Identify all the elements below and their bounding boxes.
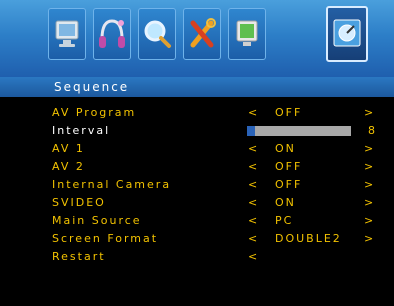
row-label: AV Program xyxy=(52,106,137,119)
menu-row-interval[interactable]: Interval 8 xyxy=(0,124,394,140)
menu-tab-source[interactable] xyxy=(326,6,368,62)
row-label: Screen Format xyxy=(52,232,159,245)
row-value: OFF xyxy=(275,160,303,173)
menu-tab-search[interactable] xyxy=(138,8,176,60)
row-value: PC xyxy=(275,214,294,227)
menu-row-internal-camera[interactable]: Internal Camera < OFF > xyxy=(0,178,394,194)
row-value: OFF xyxy=(275,106,303,119)
right-arrow[interactable]: > xyxy=(364,178,375,191)
row-label: Interval xyxy=(52,124,111,137)
row-label: SVIDEO xyxy=(52,196,106,209)
left-arrow[interactable]: < xyxy=(248,232,259,245)
menu-row-svideo[interactable]: SVIDEO < ON > xyxy=(0,196,394,212)
row-value: ON xyxy=(275,196,296,209)
menu-row-av-program[interactable]: AV Program < OFF > xyxy=(0,106,394,122)
satellite-dish-icon xyxy=(333,19,361,47)
menu-tab-audio[interactable] xyxy=(93,8,131,60)
menu-row-main-source[interactable]: Main Source < PC > xyxy=(0,214,394,230)
left-arrow[interactable]: < xyxy=(248,178,259,191)
section-header: Sequence xyxy=(0,77,394,97)
magnifier-icon xyxy=(144,20,171,48)
row-value: OFF xyxy=(275,178,303,191)
left-arrow[interactable]: < xyxy=(248,196,259,209)
right-arrow[interactable]: > xyxy=(364,106,375,119)
menu-tab-monitor[interactable] xyxy=(48,8,86,60)
menu-row-av1[interactable]: AV 1 < ON > xyxy=(0,142,394,158)
menu-row-screen-format[interactable]: Screen Format < DOUBLE2 > xyxy=(0,232,394,248)
row-label: Internal Camera xyxy=(52,178,172,191)
row-label: AV 1 xyxy=(52,142,85,155)
left-arrow[interactable]: < xyxy=(248,160,259,173)
tools-icon xyxy=(190,18,216,48)
left-arrow[interactable]: < xyxy=(248,142,259,155)
menu-row-restart[interactable]: Restart < xyxy=(0,250,394,266)
row-label: Main Source xyxy=(52,214,142,227)
headphones-icon xyxy=(99,19,125,48)
menu-icon-bar xyxy=(0,0,394,77)
section-title: Sequence xyxy=(54,80,130,94)
row-value: DOUBLE2 xyxy=(275,232,342,245)
row-label: Restart xyxy=(52,250,106,263)
slider-fill xyxy=(247,126,256,136)
right-arrow[interactable]: > xyxy=(364,232,375,245)
right-arrow[interactable]: > xyxy=(364,196,375,209)
display-settings-icon xyxy=(236,20,258,46)
interval-slider[interactable] xyxy=(247,126,351,136)
monitor-icon xyxy=(55,20,79,47)
left-arrow[interactable]: < xyxy=(248,250,259,263)
right-arrow[interactable]: > xyxy=(364,142,375,155)
row-value: ON xyxy=(275,142,296,155)
slider-value: 8 xyxy=(368,124,377,137)
menu-tab-display[interactable] xyxy=(228,8,266,60)
left-arrow[interactable]: < xyxy=(248,106,259,119)
right-arrow[interactable]: > xyxy=(364,214,375,227)
right-arrow[interactable]: > xyxy=(364,160,375,173)
menu-row-av2[interactable]: AV 2 < OFF > xyxy=(0,160,394,176)
row-label: AV 2 xyxy=(52,160,85,173)
left-arrow[interactable]: < xyxy=(248,214,259,227)
menu-tab-tools[interactable] xyxy=(183,8,221,60)
